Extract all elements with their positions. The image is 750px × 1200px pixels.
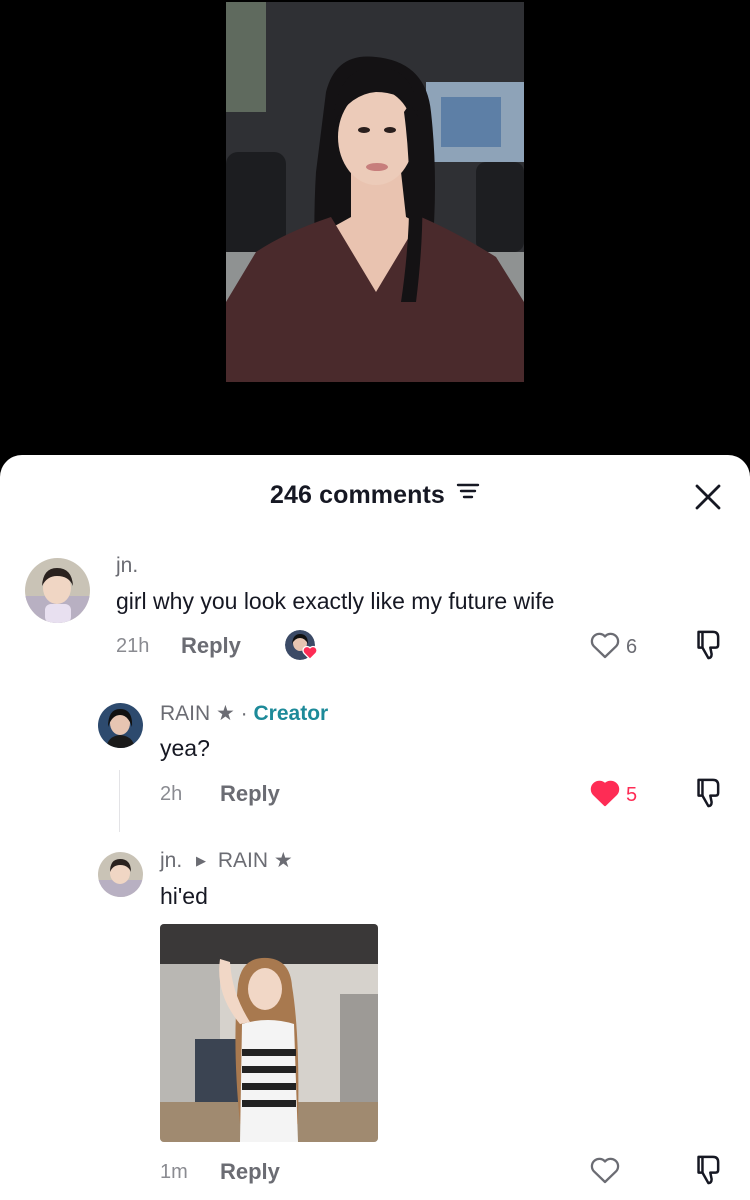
video-thumbnail xyxy=(226,2,524,382)
comment-count-label: 246 comments xyxy=(270,481,445,509)
reply-time: 2h xyxy=(160,783,183,805)
thumbs-down-icon xyxy=(697,1155,720,1185)
reply-username: RAIN ★ · Creator xyxy=(160,701,328,726)
reply-button[interactable]: Reply xyxy=(220,781,280,807)
like-button[interactable] xyxy=(589,1155,621,1190)
comment-username[interactable]: jn. xyxy=(116,554,138,578)
avatar[interactable] xyxy=(98,852,143,897)
like-count: 6 xyxy=(626,636,638,658)
comment-text: girl why you look exactly like my future… xyxy=(116,588,555,614)
close-button[interactable] xyxy=(692,481,724,513)
reply-arrow-icon: ▶ xyxy=(196,853,207,868)
thumbs-down-icon xyxy=(697,630,720,660)
reply-author[interactable]: jn. xyxy=(160,849,182,872)
dislike-button[interactable] xyxy=(693,776,725,815)
creator-username[interactable]: RAIN ★ xyxy=(160,702,235,725)
video-player[interactable] xyxy=(0,0,750,470)
reply-text: yea? xyxy=(160,735,210,761)
heart-filled-icon xyxy=(590,780,620,807)
thread-line xyxy=(119,770,120,832)
like-button[interactable] xyxy=(589,630,621,665)
reply-item: jn. ▶ RAIN ★ hi'ed 1m Reply xyxy=(0,845,750,1200)
comments-title[interactable]: 246 comments xyxy=(0,481,750,510)
like-count: 5 xyxy=(626,784,638,806)
reply-time: 1m xyxy=(160,1161,188,1183)
comment-time: 21h xyxy=(116,635,150,657)
close-icon xyxy=(695,484,721,510)
comments-header: 246 comments xyxy=(0,455,750,537)
comments-sheet: 246 comments jn. girl why you look exact… xyxy=(0,455,750,1200)
reply-to-username[interactable]: RAIN ★ xyxy=(218,849,293,872)
filter-icon[interactable] xyxy=(456,480,480,509)
comment-item: jn. girl why you look exactly like my fu… xyxy=(0,550,750,670)
reply-username: jn. ▶ RAIN ★ xyxy=(160,848,293,873)
reply-button[interactable]: Reply xyxy=(181,633,241,659)
heart-icon xyxy=(590,1157,620,1184)
reply-item: RAIN ★ · Creator yea? 2h Reply 5 xyxy=(0,695,750,835)
reply-text: hi'ed xyxy=(160,883,208,909)
avatar[interactable] xyxy=(25,558,90,623)
attached-image[interactable] xyxy=(160,924,378,1142)
thumbs-down-icon xyxy=(697,778,720,808)
dislike-button[interactable] xyxy=(693,1153,725,1192)
like-button[interactable] xyxy=(589,778,621,813)
heart-icon xyxy=(590,632,620,659)
avatar[interactable] xyxy=(98,703,143,748)
video-frame[interactable] xyxy=(226,2,524,382)
creator-badge: Creator xyxy=(253,702,329,725)
creator-liked-heart-icon xyxy=(302,645,318,665)
dislike-button[interactable] xyxy=(693,628,725,667)
reply-button[interactable]: Reply xyxy=(220,1159,280,1185)
creator-separator: · xyxy=(234,702,254,725)
